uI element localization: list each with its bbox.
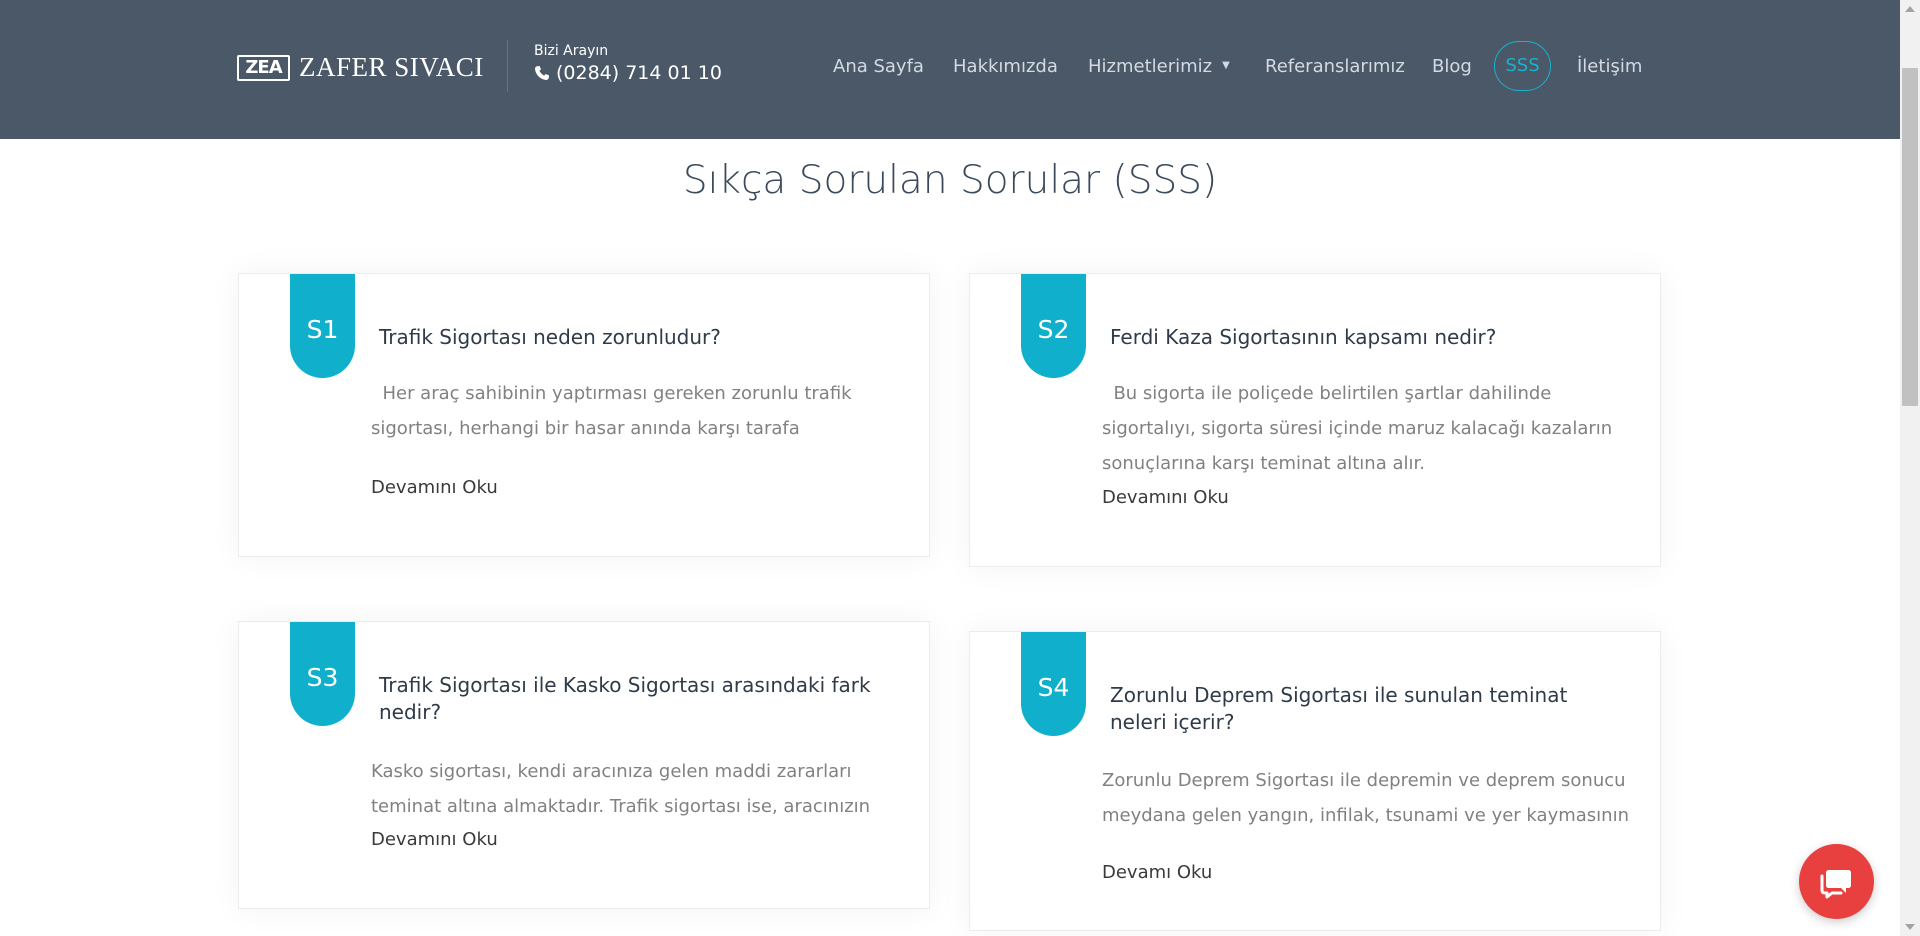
site-logo[interactable]: ZEA ZAFER SIVACI [237, 52, 484, 83]
logo-mark: ZEA [237, 54, 290, 81]
faq-card: S1 Trafik Sigortası neden zorunludur? He… [238, 273, 930, 557]
call-label: Bizi Arayın [534, 43, 609, 59]
nav-item-ana-sayfa[interactable]: Ana Sayfa [833, 56, 924, 77]
faq-question: Trafik Sigortası neden zorunludur? [379, 325, 721, 349]
faq-card: S4 Zorunlu Deprem Sigortası ile sunulan … [969, 631, 1661, 931]
nav-item-hizmetlerimiz-label: Hizmetlerimiz [1088, 56, 1213, 77]
call-phone-number: (0284) 714 01 10 [556, 62, 722, 84]
chat-bubble-icon [1820, 870, 1851, 899]
nav-item-hakkimizda[interactable]: Hakkımızda [953, 56, 1058, 77]
site-header: ZEA ZAFER SIVACI Bizi Arayın (0284) 714 … [0, 0, 1900, 139]
page-scrollbar[interactable] [1900, 0, 1920, 936]
read-more-link[interactable]: Devamını Oku [1102, 487, 1229, 508]
nav-item-blog[interactable]: Blog [1432, 56, 1472, 77]
chevron-down-icon: ▼ [1222, 59, 1230, 71]
faq-answer: Bu sigorta ile poliçede belirtilen şartl… [1102, 383, 1618, 474]
faq-card: S3 Trafik Sigortası ile Kasko Sigortası … [238, 621, 930, 909]
faq-card: S2 Ferdi Kaza Sigortasının kapsamı nedir… [969, 273, 1661, 567]
faq-badge: S1 [290, 274, 355, 378]
scroll-up-arrow-icon[interactable] [1905, 6, 1915, 12]
faq-badge: S4 [1021, 632, 1086, 736]
logo-text: ZAFER SIVACI [299, 52, 484, 82]
faq-badge: S2 [1021, 274, 1086, 378]
nav-item-sss[interactable]: SSS [1494, 41, 1551, 91]
faq-answer: Zorunlu Deprem Sigortası ile depremin ve… [1102, 770, 1629, 826]
faq-answer: Kasko sigortası, kendi aracınıza gelen m… [371, 761, 871, 817]
read-more-link[interactable]: Devamını Oku [371, 477, 498, 498]
phone-icon [535, 66, 549, 80]
scroll-thumb[interactable] [1902, 68, 1918, 406]
read-more-link[interactable]: Devamı Oku [1102, 862, 1212, 883]
faq-question: Zorunlu Deprem Sigortası ile sunulan tem… [1110, 683, 1568, 734]
faq-answer: Her araç sahibinin yaptırması gereken zo… [371, 383, 858, 439]
nav-item-referanslarimiz[interactable]: Referanslarımız [1265, 56, 1405, 77]
call-info: Bizi Arayın (0284) 714 01 10 [534, 43, 722, 84]
read-more-link[interactable]: Devamını Oku [371, 829, 498, 850]
nav-item-hizmetlerimiz[interactable]: Hizmetlerimiz ▼ [1088, 56, 1230, 77]
chat-button[interactable] [1799, 844, 1874, 919]
page-title: Sıkça Sorulan Sorular (SSS) [682, 158, 1218, 203]
nav-item-iletisim[interactable]: İletişim [1577, 56, 1642, 77]
call-phone-link[interactable]: (0284) 714 01 10 [534, 62, 722, 84]
faq-question: Ferdi Kaza Sigortasının kapsamı nedir? [1110, 325, 1497, 349]
header-divider [507, 40, 508, 92]
faq-question: Trafik Sigortası ile Kasko Sigortası ara… [379, 673, 871, 724]
faq-badge: S3 [290, 622, 355, 726]
scroll-down-arrow-icon[interactable] [1905, 924, 1915, 930]
